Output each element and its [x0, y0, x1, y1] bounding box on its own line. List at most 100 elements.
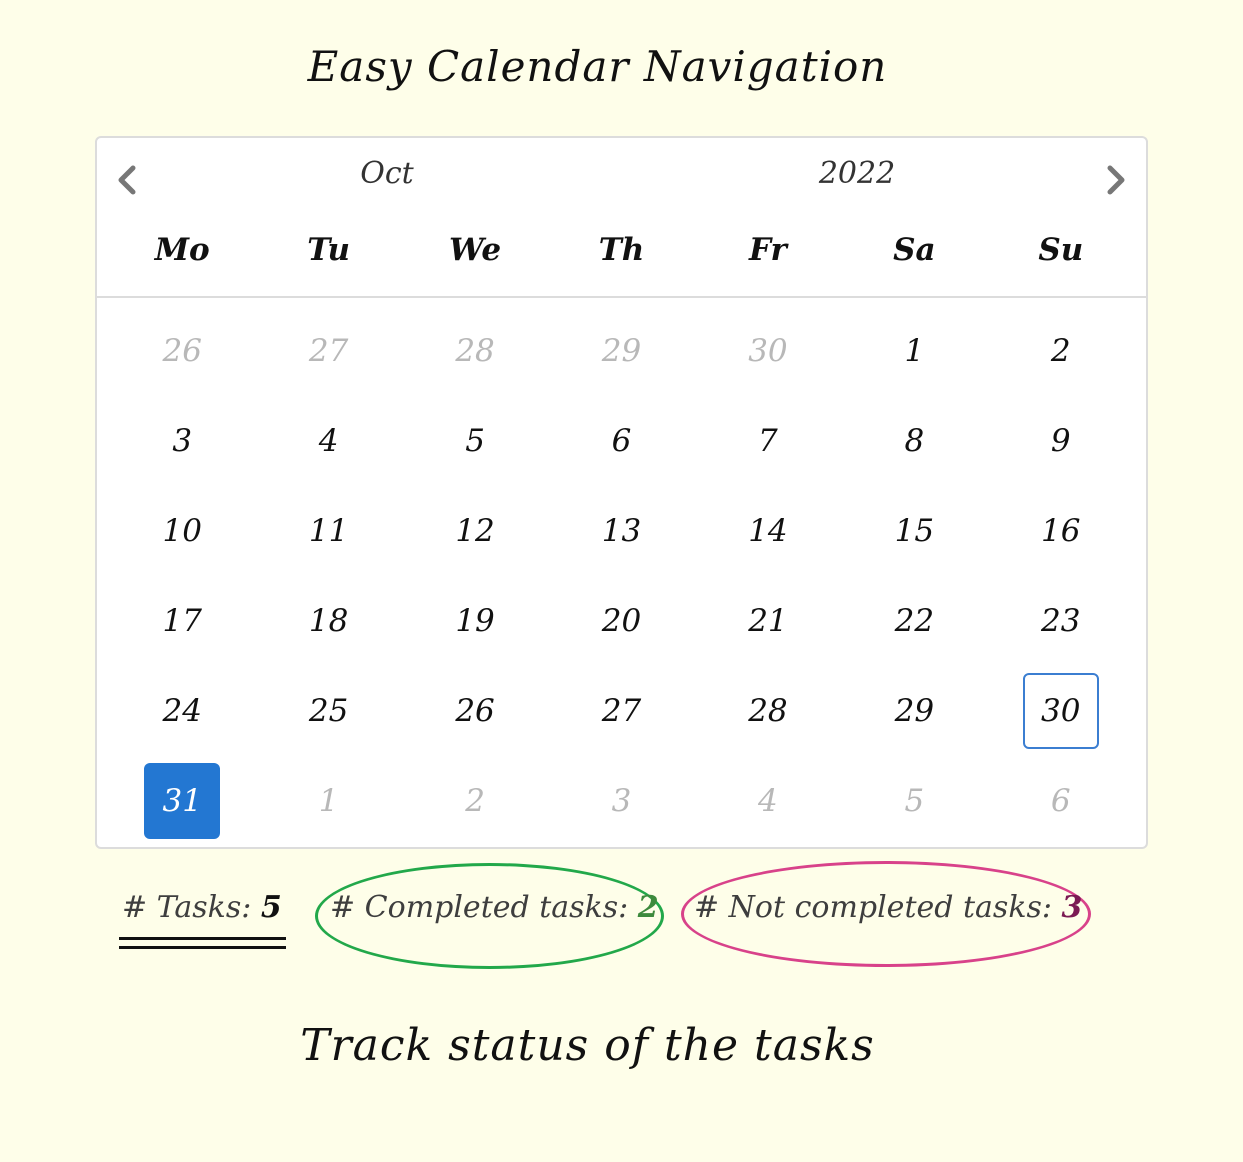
- weekday-header: Mo Tu We Th Fr Sa Su: [97, 232, 1146, 268]
- weekday-label: Th: [598, 232, 645, 268]
- day-number: 13: [601, 513, 642, 549]
- total-tasks-value: 5: [260, 890, 282, 925]
- day-cell[interactable]: 23: [988, 576, 1134, 666]
- day-cell[interactable]: 19: [402, 576, 548, 666]
- day-cell[interactable]: 22: [841, 576, 987, 666]
- day-number: 20: [601, 603, 642, 639]
- day-cell[interactable]: 6: [548, 396, 694, 486]
- total-tasks-label: # Tasks:: [122, 890, 261, 925]
- day-cell[interactable]: 26: [109, 306, 255, 396]
- day-cell[interactable]: 2: [988, 306, 1134, 396]
- day-number: 30: [1022, 673, 1099, 749]
- page-caption: Track status of the tasks: [300, 1020, 875, 1071]
- day-number: 26: [455, 693, 495, 729]
- day-cell[interactable]: 29: [548, 306, 694, 396]
- day-number: 29: [894, 693, 935, 729]
- day-cell[interactable]: 4: [255, 396, 401, 486]
- day-cell[interactable]: 30: [695, 306, 841, 396]
- total-tasks-underline: [119, 946, 286, 949]
- day-cell[interactable]: 11: [255, 486, 401, 576]
- day-number: 10: [162, 513, 202, 549]
- day-number: 3: [172, 423, 193, 459]
- header-divider: [97, 296, 1146, 298]
- day-cell[interactable]: 8: [841, 396, 987, 486]
- day-number: 17: [162, 603, 202, 639]
- day-number: 4: [318, 423, 339, 459]
- day-cell[interactable]: 4: [695, 756, 841, 846]
- completed-tasks-value: 2: [637, 890, 659, 925]
- day-number: 27: [308, 333, 349, 369]
- day-cell[interactable]: 25: [255, 666, 401, 756]
- day-number: 9: [1050, 423, 1071, 459]
- year-selector[interactable]: 2022: [787, 156, 927, 191]
- day-number: 5: [465, 423, 485, 459]
- day-number: 1: [904, 333, 925, 369]
- chevron-right-icon: [1107, 165, 1125, 195]
- day-cell[interactable]: 5: [841, 756, 987, 846]
- day-number: 6: [611, 423, 632, 459]
- day-number: 7: [758, 423, 778, 459]
- day-number: 16: [1041, 513, 1081, 549]
- day-cell[interactable]: 7: [695, 396, 841, 486]
- day-cell[interactable]: 9: [988, 396, 1134, 486]
- day-cell[interactable]: 28: [402, 306, 548, 396]
- day-cell[interactable]: 29: [841, 666, 987, 756]
- day-number: 5: [904, 783, 925, 819]
- day-cell[interactable]: 3: [548, 756, 694, 846]
- day-number: 22: [894, 603, 935, 639]
- day-cell-selected[interactable]: 31: [109, 756, 255, 846]
- day-cell-today[interactable]: 30: [988, 666, 1134, 756]
- day-cell[interactable]: 2: [402, 756, 548, 846]
- day-cell[interactable]: 10: [109, 486, 255, 576]
- day-cell[interactable]: 27: [548, 666, 694, 756]
- day-number: 19: [455, 603, 495, 639]
- day-cell[interactable]: 18: [255, 576, 401, 666]
- day-cell[interactable]: 1: [841, 306, 987, 396]
- day-number: 29: [601, 333, 642, 369]
- day-number: 30: [748, 333, 788, 369]
- day-cell[interactable]: 12: [402, 486, 548, 576]
- page-title: Easy Calendar Navigation: [307, 42, 888, 91]
- day-number: 4: [758, 783, 778, 819]
- weekday-label: Tu: [307, 232, 351, 268]
- day-cell[interactable]: 1: [255, 756, 401, 846]
- day-cell[interactable]: 14: [695, 486, 841, 576]
- day-number: 23: [1041, 603, 1081, 639]
- day-cell[interactable]: 13: [548, 486, 694, 576]
- day-cell[interactable]: 21: [695, 576, 841, 666]
- day-cell[interactable]: 3: [109, 396, 255, 486]
- day-cell[interactable]: 15: [841, 486, 987, 576]
- day-number: 3: [611, 783, 632, 819]
- next-month-button[interactable]: [1096, 160, 1136, 200]
- day-number: 28: [748, 693, 788, 729]
- total-tasks-underline: [119, 937, 286, 940]
- day-number: 2: [1050, 333, 1071, 369]
- day-cell[interactable]: 5: [402, 396, 548, 486]
- day-cell[interactable]: 20: [548, 576, 694, 666]
- day-number: 18: [308, 603, 349, 639]
- day-number: 8: [904, 423, 925, 459]
- day-cell[interactable]: 27: [255, 306, 401, 396]
- day-number: 26: [162, 333, 202, 369]
- day-cell[interactable]: 6: [988, 756, 1134, 846]
- day-number: 1: [318, 783, 339, 819]
- weekday-label: Mo: [154, 232, 210, 268]
- day-cell[interactable]: 28: [695, 666, 841, 756]
- day-cell[interactable]: 16: [988, 486, 1134, 576]
- prev-month-button[interactable]: [107, 160, 147, 200]
- day-cell[interactable]: 26: [402, 666, 548, 756]
- total-tasks-stat: # Tasks: 5: [122, 890, 282, 925]
- chevron-left-icon: [118, 165, 136, 195]
- weekday-label: Fr: [749, 232, 787, 268]
- task-stats: # Tasks: 5 # Completed tasks: 2 # Not co…: [0, 860, 1243, 970]
- day-number: 15: [894, 513, 935, 549]
- day-cell[interactable]: 17: [109, 576, 255, 666]
- month-selector[interactable]: Oct: [327, 156, 447, 191]
- day-number: 31: [144, 763, 221, 839]
- day-number: 25: [308, 693, 349, 729]
- day-number: 6: [1050, 783, 1071, 819]
- not-completed-tasks-stat: # Not completed tasks: 3: [694, 890, 1082, 925]
- day-cell[interactable]: 24: [109, 666, 255, 756]
- weekday-label: We: [449, 232, 502, 268]
- not-completed-tasks-value: 3: [1061, 890, 1083, 925]
